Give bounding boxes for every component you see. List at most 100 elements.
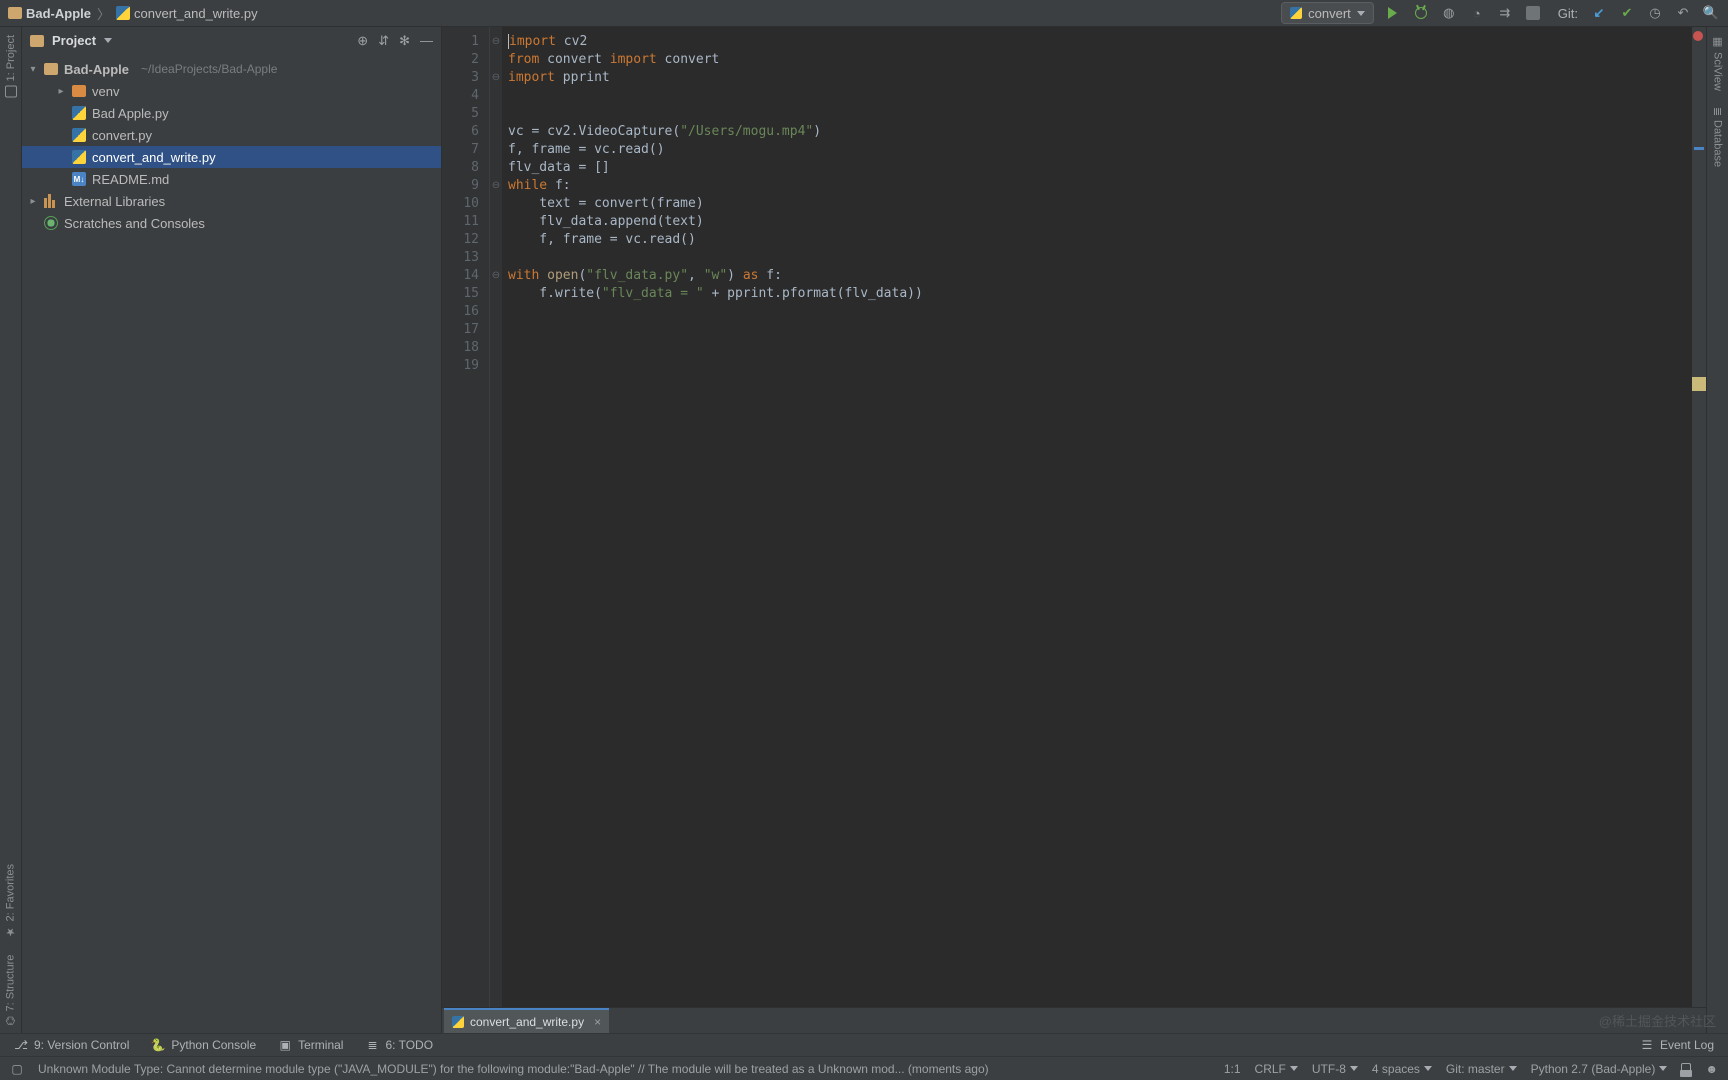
tree-node-badapple-py[interactable]: Bad Apple.py: [22, 102, 441, 124]
tooltab-label: Event Log: [1660, 1038, 1714, 1052]
search-everywhere-button[interactable]: 🔍: [1702, 4, 1720, 22]
git-revert-button[interactable]: ↶: [1674, 4, 1692, 22]
caret-marker: [1692, 377, 1706, 391]
tree-item-label: README.md: [92, 172, 169, 187]
git-label: Git:: [1558, 6, 1578, 21]
tree-node-convert-py[interactable]: convert.py: [22, 124, 441, 146]
lock-icon: [1681, 1063, 1691, 1075]
code-content[interactable]: import cv2 from convert import convert i…: [502, 27, 1692, 1007]
python-file-icon: [72, 150, 86, 164]
notifications-icon[interactable]: ▢: [10, 1062, 24, 1076]
project-panel-title[interactable]: Project: [52, 33, 96, 48]
terminal-tool-tab[interactable]: ▣ Terminal: [278, 1038, 343, 1052]
run-coverage-button[interactable]: ◍: [1440, 4, 1458, 22]
database-tool-tab[interactable]: ≣ Database: [1709, 99, 1726, 175]
breadcrumb-root-label: Bad-Apple: [26, 6, 91, 21]
attach-button[interactable]: ⇉: [1496, 4, 1514, 22]
editor-tab[interactable]: convert_and_write.py ×: [444, 1008, 609, 1033]
tree-node-convert-and-write-py[interactable]: convert_and_write.py: [22, 146, 441, 168]
stop-icon: [1526, 6, 1540, 20]
minimize-icon[interactable]: —: [420, 33, 433, 49]
locate-icon[interactable]: ⊕: [357, 33, 368, 49]
breadcrumb-root[interactable]: Bad-Apple: [8, 6, 91, 21]
interpreter-selector[interactable]: Python 2.7 (Bad-Apple): [1531, 1062, 1668, 1076]
breadcrumb-file[interactable]: convert_and_write.py: [116, 6, 258, 21]
collapse-icon[interactable]: ⇵: [378, 33, 389, 49]
git-update-button[interactable]: ↙: [1590, 4, 1608, 22]
python-file-icon: [72, 106, 86, 120]
line-separator-selector[interactable]: CRLF: [1255, 1062, 1298, 1076]
python-icon: 🐍: [151, 1038, 165, 1052]
database-tab-label: Database: [1712, 120, 1724, 167]
run-config-selector[interactable]: convert: [1281, 2, 1374, 24]
folder-icon: [8, 7, 22, 19]
tree-scratches[interactable]: Scratches and Consoles: [22, 212, 441, 234]
tree-item-label: Bad Apple.py: [92, 106, 169, 121]
chevron-down-icon: [1290, 1066, 1298, 1071]
sciview-tool-tab[interactable]: ▦ SciView: [1709, 27, 1726, 99]
stop-button[interactable]: [1524, 4, 1542, 22]
structure-tool-tab[interactable]: ⌬ 7: Structure: [2, 947, 19, 1033]
chevron-right-icon[interactable]: ▸: [28, 196, 38, 207]
run-button[interactable]: [1384, 4, 1402, 22]
tree-root[interactable]: ▾ Bad-Apple ~/IdeaProjects/Bad-Apple: [22, 58, 441, 80]
fold-gutter: ⊖⊖ ⊖ ⊖: [490, 27, 502, 1007]
error-stripe[interactable]: [1692, 27, 1706, 1007]
indent-selector[interactable]: 4 spaces: [1372, 1062, 1432, 1076]
tooltab-label: Terminal: [298, 1038, 343, 1052]
hector-icon[interactable]: ☻: [1705, 1062, 1718, 1076]
watermark: @稀土掘金技术社区: [1599, 1011, 1716, 1030]
folder-icon: [72, 85, 86, 97]
favorites-tool-tab[interactable]: ★ 2: Favorites: [2, 856, 19, 946]
git-commit-button[interactable]: ✔: [1618, 4, 1636, 22]
tree-node-readme[interactable]: M↓ README.md: [22, 168, 441, 190]
python-file-icon: [72, 128, 86, 142]
structure-tab-label: 7: Structure: [5, 955, 17, 1012]
code-editor[interactable]: 12345 678910 1112131415 16171819 ⊖⊖ ⊖ ⊖ …: [442, 27, 1706, 1007]
debug-button[interactable]: [1412, 4, 1430, 22]
encoding-selector[interactable]: UTF-8: [1312, 1062, 1358, 1076]
marker[interactable]: [1694, 147, 1704, 150]
caret-position[interactable]: 1:1: [1224, 1062, 1241, 1076]
chevron-down-icon[interactable]: ▾: [28, 64, 38, 75]
readonly-toggle[interactable]: [1681, 1063, 1691, 1075]
chevron-down-icon[interactable]: [104, 38, 112, 43]
chevron-right-icon[interactable]: ▸: [56, 86, 66, 97]
todo-tool-tab[interactable]: ≣ 6: TODO: [365, 1038, 433, 1052]
tree-node-venv[interactable]: ▸ venv: [22, 80, 441, 102]
event-log-tool-tab[interactable]: ☰ Event Log: [1640, 1038, 1714, 1052]
breadcrumb-separator: 〉: [97, 4, 110, 23]
python-file-icon: [452, 1016, 464, 1028]
library-icon: [44, 194, 58, 208]
tooltab-label: 6: TODO: [385, 1038, 433, 1052]
close-tab-button[interactable]: ×: [594, 1015, 601, 1029]
status-message[interactable]: Unknown Module Type: Cannot determine mo…: [38, 1062, 1210, 1076]
git-history-button[interactable]: ◷: [1646, 4, 1664, 22]
chevron-down-icon: [1357, 11, 1365, 16]
structure-icon: ⌬: [4, 1015, 17, 1025]
toolbar-right: convert ◍ ◔ ⇉ Git: ↙ ✔ ◷ ↶ 🔍: [1281, 2, 1720, 24]
chevron-down-icon: [1350, 1066, 1358, 1071]
right-tool-stripe: ▦ SciView ≣ Database: [1706, 27, 1728, 1033]
tree-external-libraries[interactable]: ▸ External Libraries: [22, 190, 441, 212]
scratch-icon: [44, 216, 58, 230]
error-indicator-icon[interactable]: [1693, 31, 1703, 41]
git-branch-selector[interactable]: Git: master: [1446, 1062, 1517, 1076]
line-number-gutter: 12345 678910 1112131415 16171819: [442, 27, 490, 1007]
vcs-tool-tab[interactable]: ⎇ 9: Version Control: [14, 1038, 129, 1052]
markdown-file-icon: M↓: [72, 172, 86, 186]
python-icon: [1290, 7, 1302, 19]
project-tool-window: Project ⊕ ⇵ ✻ — ▾ Bad-Apple ~/IdeaProjec…: [22, 27, 442, 1033]
settings-icon[interactable]: ✻: [399, 33, 410, 49]
project-tool-tab[interactable]: 1: Project: [3, 27, 19, 105]
tree-item-label: Scratches and Consoles: [64, 216, 205, 231]
profile-button[interactable]: ◔: [1468, 4, 1486, 22]
breadcrumb-file-label: convert_and_write.py: [134, 6, 258, 21]
chevron-down-icon: [1424, 1066, 1432, 1071]
chevron-down-icon: [1509, 1066, 1517, 1071]
tree-item-label: convert.py: [92, 128, 152, 143]
breadcrumbs: Bad-Apple 〉 convert_and_write.py: [8, 4, 1281, 23]
python-console-tool-tab[interactable]: 🐍 Python Console: [151, 1038, 256, 1052]
folder-icon: [30, 35, 44, 47]
terminal-icon: ▣: [278, 1038, 292, 1052]
